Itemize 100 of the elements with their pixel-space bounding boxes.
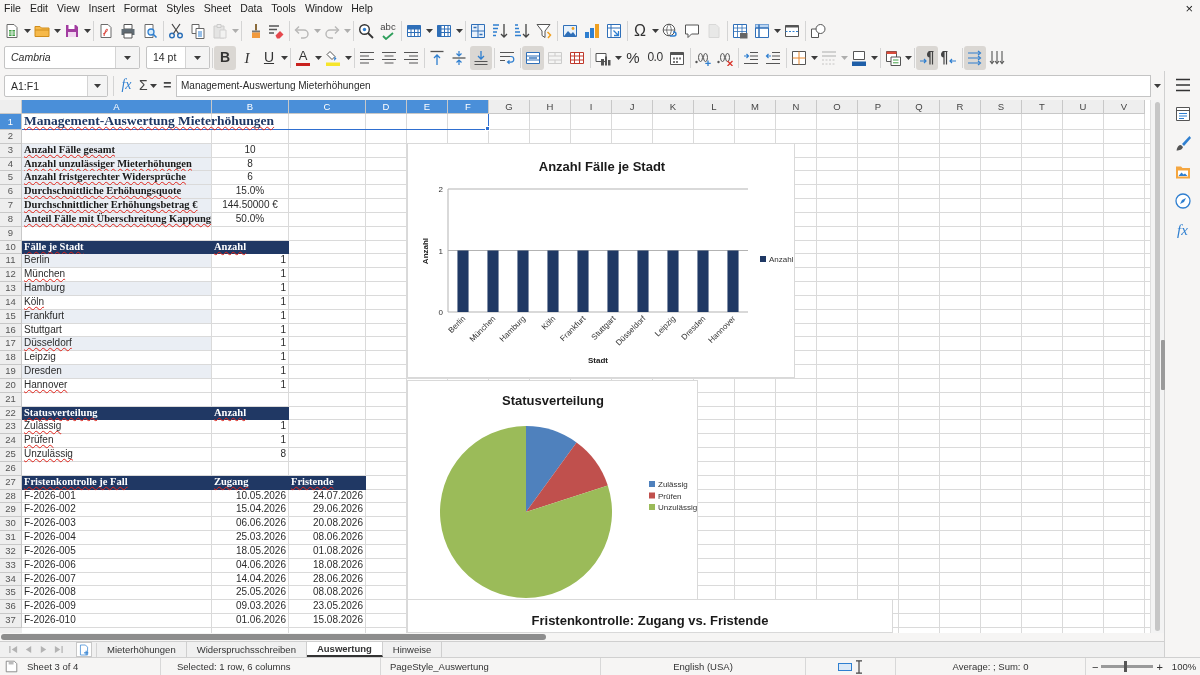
number-button[interactable]: 0.0 (644, 45, 666, 70)
menu-item[interactable]: Insert (84, 1, 120, 16)
table-cell: 1 (212, 295, 289, 310)
selection-mode-icon[interactable] (838, 662, 852, 671)
column-header[interactable]: Q (899, 100, 940, 114)
column-header[interactable]: K (653, 100, 694, 114)
horizontal-scrollbar[interactable] (1, 634, 546, 640)
spreadsheet-grid[interactable] (0, 100, 1150, 633)
row-header[interactable]: 17 (0, 337, 22, 352)
italic-button[interactable]: I (236, 45, 258, 70)
column-header[interactable]: U (1063, 100, 1104, 114)
column-header[interactable]: S (981, 100, 1022, 114)
row-header[interactable]: 7 (0, 199, 22, 213)
menu-item[interactable]: Format (119, 1, 163, 16)
special-character-button[interactable]: Ω (629, 18, 651, 43)
column-header[interactable]: J (612, 100, 653, 114)
bold-button[interactable]: B (214, 45, 236, 70)
menu-item[interactable]: Window (300, 1, 348, 16)
row-header[interactable]: 25 (0, 448, 22, 462)
dropdown-button[interactable] (185, 47, 209, 68)
sheet-tab[interactable]: Mieterhöhungen (97, 642, 187, 657)
menu-item[interactable]: View (53, 1, 85, 16)
slider-thumb[interactable] (1123, 661, 1127, 672)
caret-icon (1154, 83, 1161, 88)
column-header[interactable]: M (735, 100, 776, 114)
column-header[interactable]: P (858, 100, 899, 114)
fill-handle-icon[interactable] (485, 126, 490, 131)
row-header[interactable]: 19 (0, 365, 22, 379)
row-header[interactable]: 31 (0, 531, 22, 545)
function-wizard-button[interactable]: fx (119, 74, 134, 97)
row-header[interactable]: 36 (0, 600, 22, 614)
zoom-in-button[interactable]: + (1153, 660, 1166, 673)
dropdown-button[interactable] (115, 47, 139, 68)
row-header[interactable]: 29 (0, 503, 22, 518)
page-style[interactable]: PageStyle_Auswertung (390, 660, 489, 673)
font-size-field[interactable]: 14 pt (146, 46, 210, 69)
percent-button[interactable]: % (622, 45, 644, 70)
row-header[interactable]: 5 (0, 171, 22, 186)
sheet-tab[interactable]: Widerspruchsschreiben (186, 642, 307, 657)
row-header[interactable]: 18 (0, 351, 22, 366)
triangle-right-icon (39, 645, 48, 654)
left-to-right-button[interactable] (916, 45, 938, 70)
row-header[interactable]: 2 (0, 130, 22, 144)
table-cell: 25.03.2026 (212, 531, 289, 545)
row-header[interactable]: 11 (0, 254, 22, 269)
axis-title: Anzahl (421, 237, 430, 265)
column-header[interactable]: H (530, 100, 571, 114)
underline-button[interactable]: U (258, 45, 280, 70)
row-header[interactable]: 24 (0, 434, 22, 449)
menu-item[interactable]: File (0, 1, 26, 16)
menu-item[interactable]: Help (347, 1, 378, 16)
column-header[interactable]: L (694, 100, 735, 114)
formula-input[interactable]: Management-Auswertung Mieterhöhungen (176, 74, 1151, 97)
language[interactable]: English (USA) (673, 660, 733, 673)
column-header[interactable]: G (489, 100, 530, 114)
table-cell: 1 (212, 309, 289, 324)
row-header[interactable]: 13 (0, 282, 22, 296)
name-box[interactable]: A1:F1 (4, 74, 108, 97)
caret-icon (314, 55, 322, 60)
row-header[interactable]: 12 (0, 268, 22, 283)
spelling-button[interactable]: abc (377, 18, 399, 43)
row-header[interactable]: 23 (0, 420, 22, 435)
sum-button[interactable]: Σ (136, 74, 150, 97)
highlighter-icon (325, 49, 341, 66)
functions-button[interactable]: fx (1170, 218, 1195, 242)
dropdown-button[interactable] (87, 75, 107, 96)
table-cell: F-2026-002 (22, 503, 212, 518)
row-header[interactable]: 30 (0, 517, 22, 531)
column-header[interactable]: T (1022, 100, 1063, 114)
selection-info: Selected: 1 row, 6 columns (177, 660, 291, 673)
font-name-field[interactable]: Cambria (4, 46, 140, 69)
menu-item[interactable]: Edit (25, 1, 53, 16)
menu-item[interactable]: Data (236, 1, 268, 16)
table-cell: Düsseldorf (22, 337, 212, 352)
menu-item[interactable]: Styles (162, 1, 200, 16)
table-cell: Anzahl Fälle gesamt (22, 143, 212, 158)
sidebar-handle[interactable] (1161, 340, 1165, 390)
column-header[interactable]: I (571, 100, 612, 114)
align-center-icon (381, 49, 397, 66)
row-header[interactable]: 35 (0, 586, 22, 601)
scrollbar-thumb[interactable] (1155, 102, 1160, 631)
sheet-tab[interactable]: Hinweise (382, 642, 443, 657)
column-header[interactable]: O (817, 100, 858, 114)
search-icon (358, 22, 374, 39)
merge-center-button[interactable] (522, 45, 544, 70)
menu-item[interactable]: Sheet (199, 1, 237, 16)
sheet-tab[interactable]: Auswertung (306, 642, 383, 657)
column-header[interactable]: N (776, 100, 817, 114)
row-header[interactable]: 6 (0, 185, 22, 200)
zoom-out-button[interactable]: − (1089, 660, 1102, 673)
formula-button[interactable]: = (161, 74, 173, 97)
close-button[interactable]: × (1183, 1, 1195, 16)
column-header[interactable]: R (940, 100, 981, 114)
eraser-icon (268, 22, 284, 39)
font-color-button[interactable]: A (292, 45, 314, 70)
menu-item[interactable]: Tools (267, 1, 301, 16)
align-bottom-button[interactable] (470, 45, 492, 70)
zoom-level[interactable]: 100% (1171, 660, 1197, 673)
column-header[interactable]: V (1104, 100, 1145, 114)
add-sheet-button[interactable] (76, 642, 92, 657)
